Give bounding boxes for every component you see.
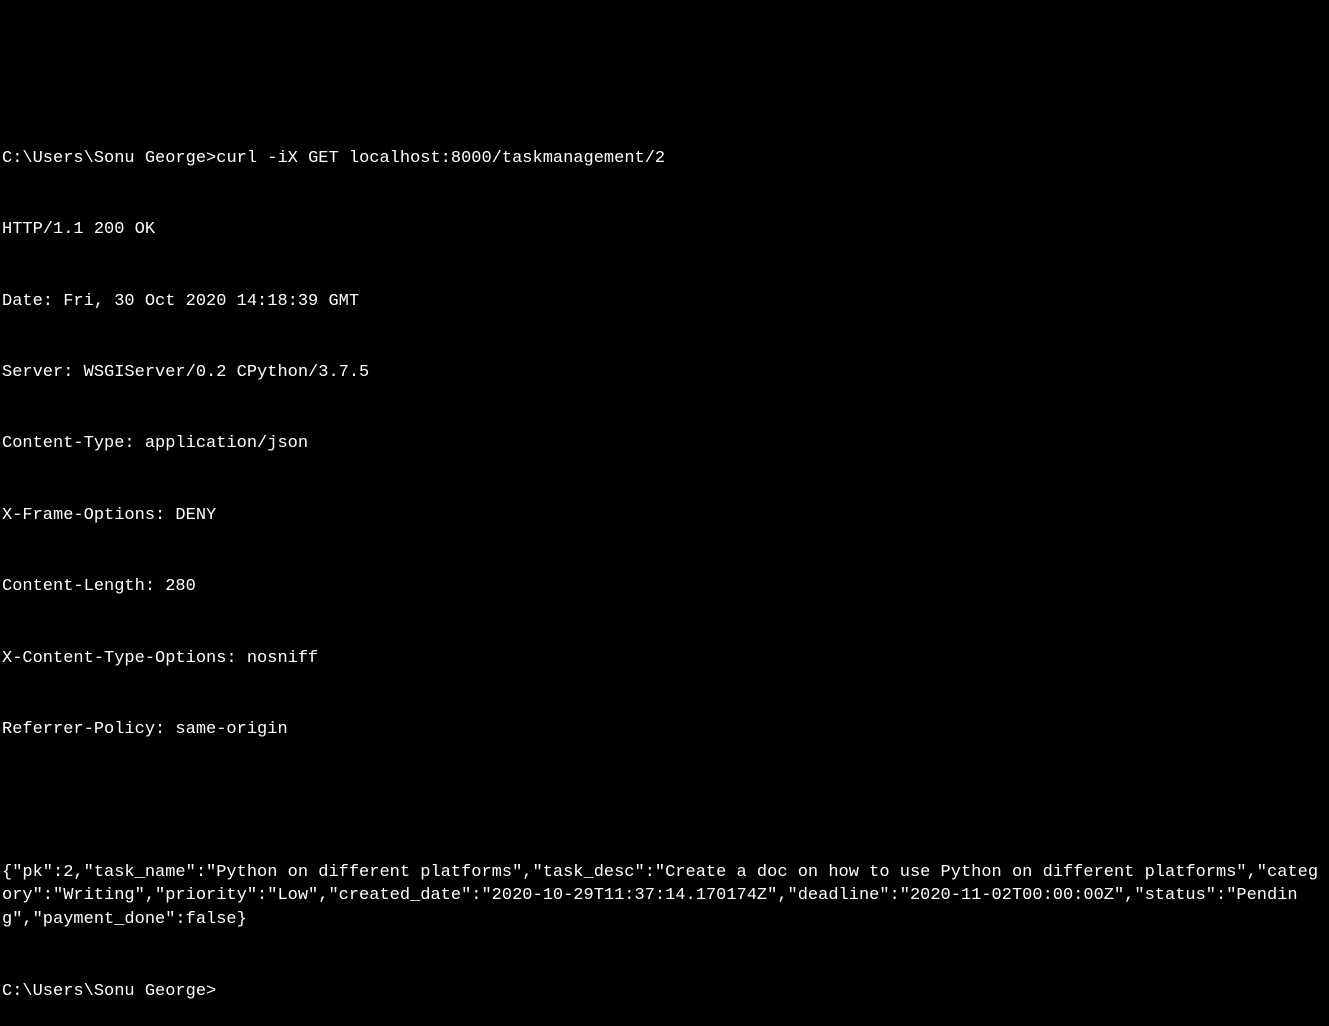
prompt-path-2: C:\Users\Sonu George> [2, 982, 216, 1001]
header-x-content-type-options: X-Content-Type-Options: nosniff [2, 647, 1327, 671]
header-referrer-policy: Referrer-Policy: same-origin [2, 718, 1327, 742]
blank-separator [2, 789, 1327, 813]
command-line-2: C:\Users\Sonu George> [2, 980, 1327, 1004]
curl-command: curl -iX GET localhost:8000/taskmanageme… [216, 149, 665, 168]
prompt-path: C:\Users\Sonu George> [2, 149, 216, 168]
header-content-length: Content-Length: 280 [2, 575, 1327, 599]
header-content-type: Content-Type: application/json [2, 432, 1327, 456]
header-server: Server: WSGIServer/0.2 CPython/3.7.5 [2, 361, 1327, 385]
response-body-json: {"pk":2,"task_name":"Python on different… [2, 861, 1327, 932]
http-status-line: HTTP/1.1 200 OK [2, 218, 1327, 242]
header-date: Date: Fri, 30 Oct 2020 14:18:39 GMT [2, 290, 1327, 314]
terminal-window[interactable]: C:\Users\Sonu George>curl -iX GET localh… [2, 99, 1327, 1026]
header-x-frame-options: X-Frame-Options: DENY [2, 504, 1327, 528]
command-line-1: C:\Users\Sonu George>curl -iX GET localh… [2, 147, 1327, 171]
